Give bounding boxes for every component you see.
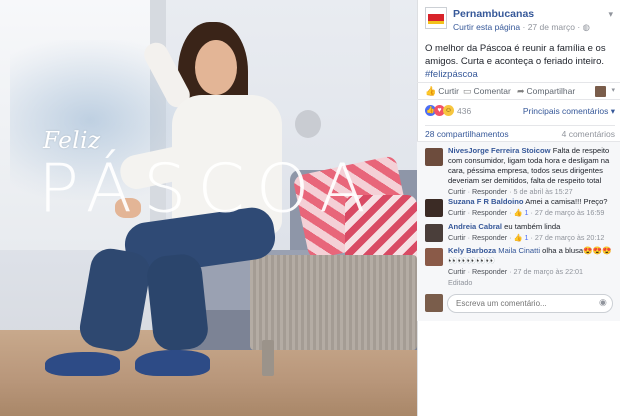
- commenter-name[interactable]: NivesJorge Ferreira Stoicow: [448, 146, 551, 155]
- page-name-link[interactable]: Pernambucanas: [453, 8, 534, 20]
- comment-count: 4 comentários: [561, 129, 615, 139]
- stats-row: 28 compartilhamentos 4 comentários: [425, 125, 615, 139]
- post-text: O melhor da Páscoa é reunir a família e …: [425, 42, 615, 81]
- share-arrow-icon: ➦: [517, 86, 525, 96]
- share-count-link[interactable]: 28 compartilhamentos: [425, 129, 509, 139]
- comment-composer: ◉: [417, 292, 620, 318]
- comment-body: Kely Barboza Maila Cinatti olha a blusa😍…: [448, 246, 616, 288]
- comment-body: NivesJorge Ferreira Stoicow Falta de res…: [448, 146, 616, 197]
- commenter-name[interactable]: Andreia Cabral: [448, 222, 502, 231]
- separator-dot: ·: [577, 22, 581, 32]
- comment-meta: Curtir · Responder · 27 de março às 22:0…: [448, 267, 584, 276]
- share-label: Compartilhar: [526, 86, 576, 96]
- post-header: Pernambucanas Curtir esta página · 27 de…: [425, 7, 615, 37]
- comment-edited[interactable]: Editado: [448, 278, 616, 288]
- mention-link[interactable]: Maila Cinatti: [498, 246, 540, 255]
- model-shoe-left: [45, 352, 120, 376]
- comment-reaction-count[interactable]: 👍 1: [514, 208, 529, 217]
- like-button[interactable]: 👍 Curtir: [425, 86, 459, 97]
- comment-meta: Curtir · Responder · 👍 1 · 27 de março à…: [448, 208, 605, 217]
- comment-button[interactable]: ▭ Comentar: [463, 86, 511, 97]
- speech-bubble-icon: ▭: [463, 86, 472, 96]
- comment-meta: Curtir · Responder · 👍 1 · 27 de março à…: [448, 233, 605, 242]
- post-body: O melhor da Páscoa é reunir a família e …: [425, 43, 606, 67]
- knit-blanket: [250, 255, 417, 350]
- globe-icon: ◍: [582, 22, 590, 32]
- comment-meta: Curtir · Responder · 5 de abril às 15:27: [448, 187, 573, 196]
- commenter-name[interactable]: Kely Barboza: [448, 246, 496, 255]
- blanket-tassel: [262, 340, 274, 376]
- comment-like-link[interactable]: Curtir: [448, 267, 466, 276]
- comment-date[interactable]: 5 de abril às 15:27: [514, 187, 573, 196]
- comment-like-link[interactable]: Curtir: [448, 187, 466, 196]
- comment-date[interactable]: 27 de março às 22:01: [514, 267, 584, 276]
- commenter-avatar[interactable]: [425, 224, 443, 242]
- commenter-avatar[interactable]: [425, 248, 443, 266]
- comment-sort-dropdown[interactable]: Principais comentários ▾: [523, 106, 615, 117]
- logo-red-band: [428, 14, 444, 21]
- comment-reply-link[interactable]: Responder: [472, 267, 507, 276]
- lamp: [295, 110, 321, 138]
- haha-reaction-icon: ☺: [443, 105, 454, 116]
- chevron-down-icon[interactable]: ▾: [611, 86, 615, 94]
- page-avatar[interactable]: [425, 7, 447, 29]
- like-label: Curtir: [438, 86, 459, 96]
- reaction-count[interactable]: 436: [457, 106, 471, 116]
- comment-label: Comentar: [473, 86, 511, 96]
- comment-reply-link[interactable]: Responder: [472, 208, 507, 217]
- action-bar: 👍 Curtir ▭ Comentar ➦ Compartilhar ▾: [417, 82, 620, 100]
- commenter-name[interactable]: Suzana F R Baldoino: [448, 197, 524, 206]
- comment-like-link[interactable]: Curtir: [448, 208, 466, 217]
- commenter-avatar[interactable]: [425, 148, 443, 166]
- comment-date[interactable]: 27 de março às 20:12: [535, 233, 605, 242]
- comment-text: Amei a camisa!!! Preço?: [525, 197, 608, 206]
- camera-icon[interactable]: ◉: [599, 297, 607, 308]
- logo-yellow-band: [428, 21, 444, 24]
- viewer-avatar[interactable]: [595, 86, 606, 97]
- comment-reply-link[interactable]: Responder: [472, 187, 507, 196]
- post-subline: Curtir esta página · 27 de março · ◍: [453, 22, 590, 33]
- post-date[interactable]: 27 de março: [528, 22, 575, 32]
- comment-reply-link[interactable]: Responder: [472, 233, 507, 242]
- comment-text: eu também linda: [504, 222, 561, 231]
- model-face: [195, 40, 237, 95]
- comment-like-link[interactable]: Curtir: [448, 233, 466, 242]
- viewer-avatar[interactable]: [425, 294, 443, 312]
- comment-date[interactable]: 27 de março às 16:59: [535, 208, 605, 217]
- comment-body: Suzana F R Baldoino Amei a camisa!!! Pre…: [448, 197, 616, 218]
- model-shoe-right: [135, 350, 210, 376]
- hashtag-link[interactable]: #felizpáscoa: [425, 69, 478, 80]
- reactions-row[interactable]: 👍 ♥ ☺ 436 Principais comentários ▾: [425, 105, 615, 119]
- commenter-avatar[interactable]: [425, 199, 443, 217]
- chevron-down-icon[interactable]: ▾: [608, 9, 613, 20]
- model-jeans-leg-right: [145, 252, 210, 353]
- separator-dot: ·: [522, 22, 526, 32]
- share-button[interactable]: ➦ Compartilhar: [517, 86, 575, 97]
- comment-input[interactable]: [447, 294, 613, 313]
- comment-body: Andreia Cabral eu também linda Curtir · …: [448, 222, 616, 243]
- photo-overlay-pascoa: PÁSCOA: [38, 150, 377, 229]
- comment-reaction-count[interactable]: 👍 1: [514, 233, 529, 242]
- follow-page-link[interactable]: Curtir esta página: [453, 22, 520, 32]
- post-photo[interactable]: Feliz PÁSCOA: [0, 0, 417, 416]
- thumbs-up-icon: 👍: [425, 86, 437, 96]
